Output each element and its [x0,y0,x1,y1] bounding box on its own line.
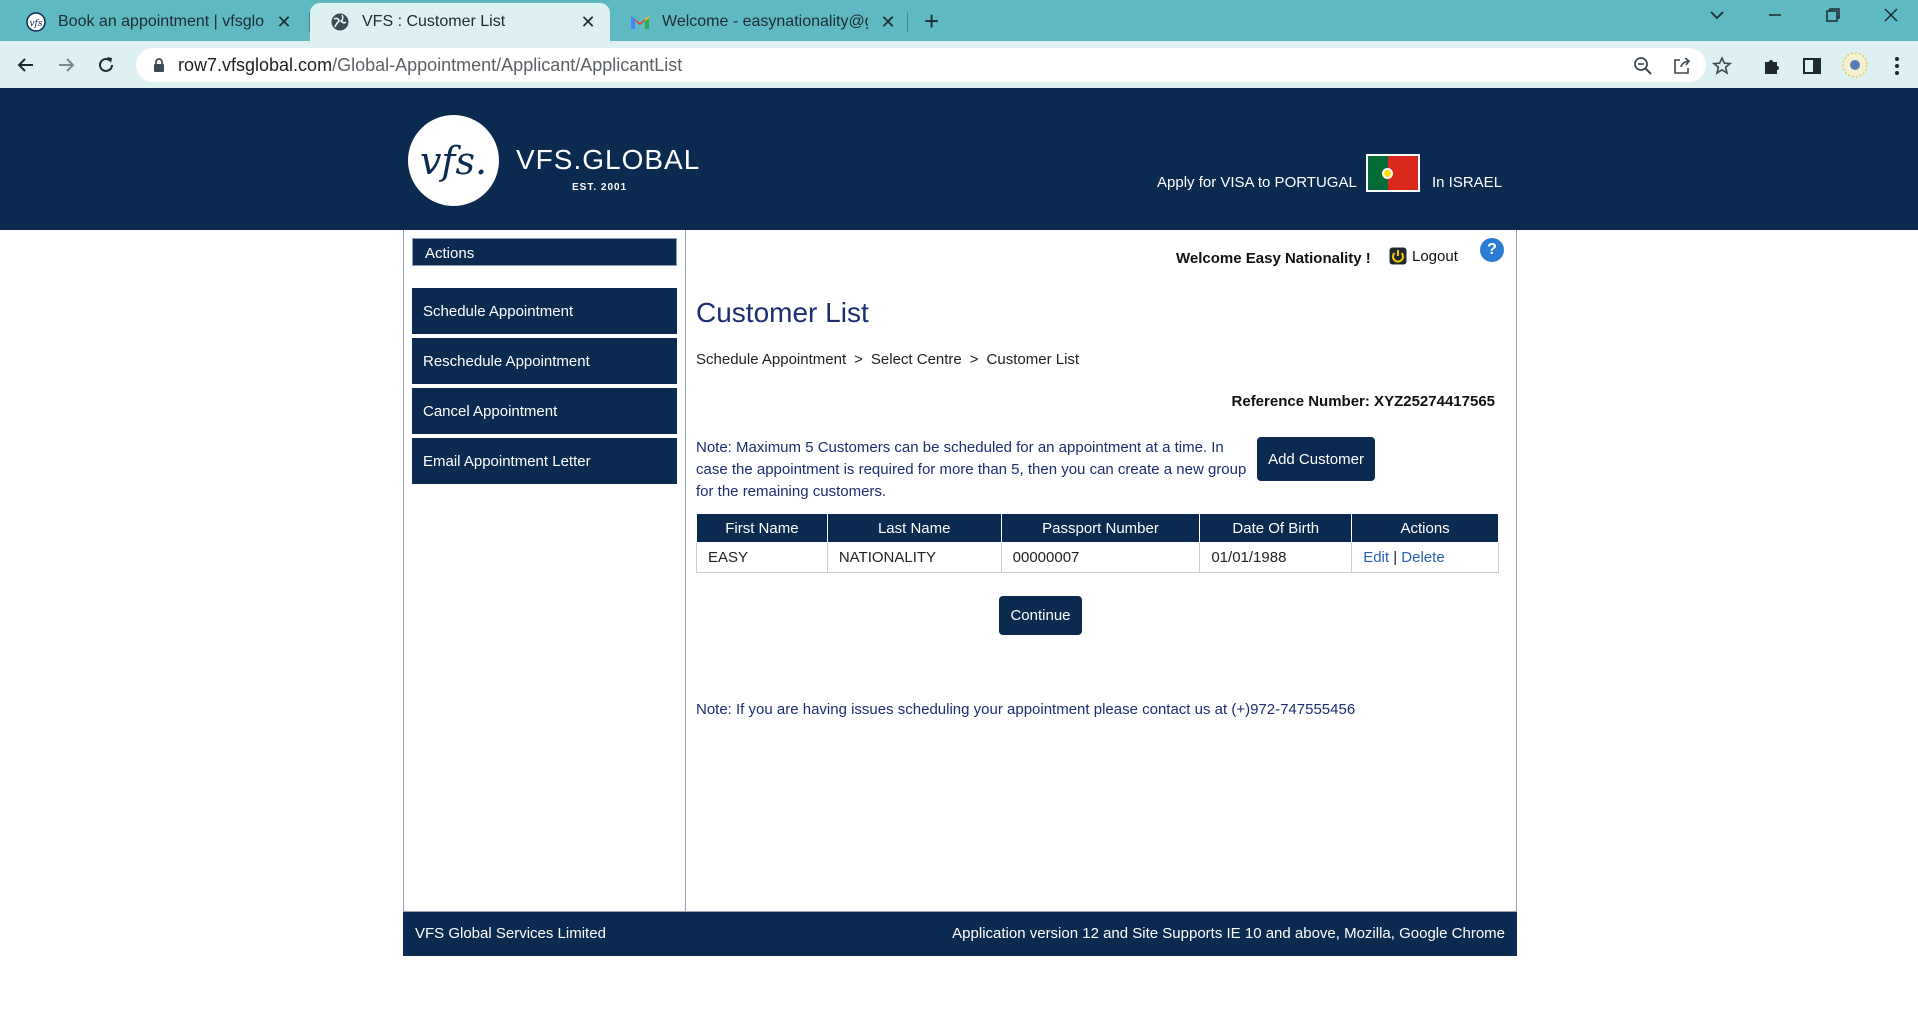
cell-date-of-birth: 01/01/1988 [1199,542,1353,573]
tab-customer-list[interactable]: VFS : Customer List ✕ [310,3,610,41]
footer-company: VFS Global Services Limited [415,925,606,942]
breadcrumb: Schedule Appointment > Select Centre > Custo… [696,351,1079,368]
menu-kebab-icon[interactable] [1894,56,1900,80]
new-tab-plus-icon[interactable]: + [924,8,939,34]
svg-text:vfs: vfs [29,19,42,29]
breadcrumb-item: Select Centre [870,351,962,368]
lock-icon[interactable] [152,57,166,77]
cell-passport-number: 00000007 [1000,542,1201,573]
sidebar: Actions Schedule Appointment Reschedule … [404,230,686,912]
table-header-row: First Name Last Name Passport Number Dat… [696,513,1499,543]
url-path: /Global-Appointment/Applicant/ApplicantL… [332,55,683,75]
sidebar-item-email-appointment-letter[interactable]: Email Appointment Letter [412,438,677,486]
site-header: vfs. VFS.GLOBAL EST. 2001 Apply for VISA… [0,88,1918,230]
restore-icon[interactable] [1824,6,1842,29]
breadcrumb-item: Schedule Appointment [696,351,847,368]
url-text: row7.vfsglobal.com/Global-Appointment/Ap… [178,55,682,76]
logout-link[interactable]: Logout [1389,247,1458,265]
action-divider: | [1393,549,1398,566]
column-header-passport-number: Passport Number [1000,513,1201,543]
sidebar-title: Actions [412,238,677,266]
table-row: EASY NATIONALITY 00000007 01/01/1988 Edi… [696,542,1499,573]
breadcrumb-separator: > [969,351,979,368]
portugal-flag-icon [1366,154,1420,192]
power-icon [1389,247,1407,265]
reload-icon[interactable] [92,51,120,79]
column-header-first-name: First Name [696,513,828,543]
reference-number: Reference Number: XYZ25274417565 [1231,393,1495,410]
delete-link[interactable]: Delete [1401,549,1444,566]
tab-search-chevron-icon[interactable] [1708,6,1726,29]
cell-last-name: NATIONALITY [826,542,1002,573]
main-content: Welcome Easy Nationality ! Logout ? Cust… [686,230,1517,912]
logo-mark: vfs. [419,138,488,183]
edit-link[interactable]: Edit [1363,549,1389,566]
tab-title: VFS : Customer List [362,13,506,30]
add-customer-button[interactable]: Add Customer [1257,437,1375,481]
cell-first-name: EASY [696,542,828,573]
footer-version-info: Application version 12 and Site Supports… [952,925,1505,942]
breadcrumb-item-current: Customer List [986,351,1080,368]
cell-actions: Edit | Delete [1351,542,1499,573]
tab-title: Welcome - easynationality@gma [662,13,868,30]
logo-est: EST. 2001 [572,182,628,193]
column-header-actions: Actions [1351,513,1499,543]
address-bar[interactable]: row7.vfsglobal.com/Global-Appointment/Ap… [136,48,1733,82]
breadcrumb-separator: > [854,351,863,368]
apply-visa-text: Apply for VISA to PORTUGAL [1157,174,1357,191]
forward-arrow-icon[interactable] [52,51,80,79]
url-host: row7.vfsglobal.com [178,55,333,75]
vfs-logo[interactable]: vfs. [408,115,499,206]
globe-icon [330,12,350,32]
help-icon[interactable]: ? [1480,238,1504,262]
profile-avatar[interactable] [1842,52,1868,82]
vfs-favicon-icon: vfs [26,12,46,32]
bookmark-star-icon[interactable] [1711,56,1733,80]
sidebar-item-cancel-appointment[interactable]: Cancel Appointment [412,388,677,436]
extensions-puzzle-icon[interactable] [1762,56,1782,80]
side-panel-icon[interactable] [1802,56,1822,80]
customer-table: First Name Last Name Passport Number Dat… [696,513,1499,573]
content-frame: Actions Schedule Appointment Reschedule … [403,230,1517,912]
close-icon[interactable]: ✕ [274,12,294,33]
max-customers-note: Note: Maximum 5 Customers can be schedul… [696,439,1247,500]
tab-title: Book an appointment | vfsglobal [58,13,264,30]
gmail-icon [630,12,650,32]
zoom-icon[interactable] [1633,56,1653,80]
welcome-text: Welcome Easy Nationality ! [1176,250,1371,267]
tab-gmail[interactable]: Welcome - easynationality@gma ✕ [610,3,910,41]
close-icon[interactable]: ✕ [578,12,598,33]
tab-separator [907,12,908,32]
back-arrow-icon[interactable] [12,51,40,79]
sidebar-item-schedule-appointment[interactable]: Schedule Appointment [412,288,677,336]
logout-label: Logout [1412,247,1458,265]
site-footer: VFS Global Services Limited Application … [403,912,1517,956]
page-title: Customer List [696,297,869,328]
column-header-last-name: Last Name [826,513,1002,543]
tab-book-appointment[interactable]: vfs Book an appointment | vfsglobal ✕ [6,3,306,41]
continue-button[interactable]: Continue [999,596,1082,635]
browser-toolbar: row7.vfsglobal.com/Global-Appointment/Ap… [0,41,1918,88]
sidebar-item-reschedule-appointment[interactable]: Reschedule Appointment [412,338,677,386]
contact-note: Note: If you are having issues schedulin… [696,701,1356,718]
browser-tab-strip: vfs Book an appointment | vfsglobal ✕ VF… [0,0,1918,41]
country-text: In ISRAEL [1432,174,1503,191]
share-icon[interactable] [1672,56,1692,80]
logo-text: VFS.GLOBAL [516,144,701,175]
minimize-icon[interactable] [1766,6,1784,29]
close-icon[interactable]: ✕ [878,12,898,33]
column-header-date-of-birth: Date Of Birth [1199,513,1353,543]
window-close-icon[interactable] [1882,6,1900,29]
